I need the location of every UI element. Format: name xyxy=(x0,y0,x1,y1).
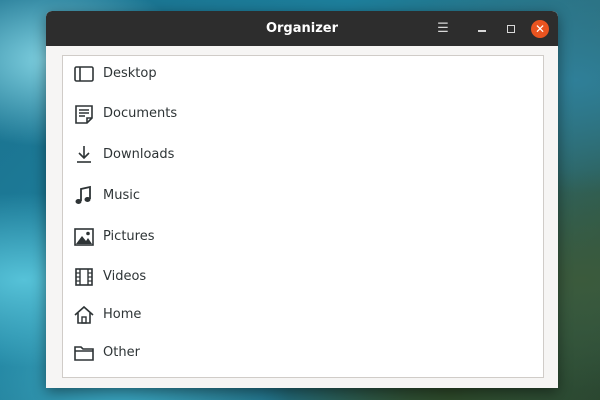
list-item-label: Documents xyxy=(103,106,178,121)
music-icon xyxy=(73,185,95,207)
desktop-icon xyxy=(73,63,95,85)
list-item-label: Videos xyxy=(103,269,147,284)
list-item-home[interactable]: Home xyxy=(63,297,543,333)
list-item-desktop[interactable]: Desktop xyxy=(63,56,543,92)
list-item-documents[interactable]: Documents xyxy=(63,96,543,132)
folder-icon xyxy=(73,342,95,364)
list-item-label: Other xyxy=(103,345,140,360)
close-icon[interactable]: ✕ xyxy=(531,20,549,38)
download-icon xyxy=(73,144,95,166)
home-icon xyxy=(73,304,95,326)
list-item-videos[interactable]: Videos xyxy=(63,259,543,295)
minimize-icon[interactable] xyxy=(472,19,492,39)
list-item-label: Pictures xyxy=(103,229,155,244)
list-item-label: Downloads xyxy=(103,147,175,162)
list-item-downloads[interactable]: Downloads xyxy=(63,137,543,173)
list-item-label: Desktop xyxy=(103,66,157,81)
hamburger-menu-icon[interactable]: ☰ xyxy=(433,19,453,39)
video-icon xyxy=(73,266,95,288)
list-item-pictures[interactable]: Pictures xyxy=(63,219,543,255)
picture-icon xyxy=(73,226,95,248)
organizer-window: Organizer ☰ ✕ Desktop Documents Download… xyxy=(46,11,558,388)
list-item-music[interactable]: Music xyxy=(63,178,543,214)
list-item-other[interactable]: Other xyxy=(63,335,543,371)
document-icon xyxy=(73,103,95,125)
places-list: Desktop Documents Downloads Music Pictur xyxy=(62,55,544,378)
maximize-icon[interactable] xyxy=(501,19,521,39)
list-item-label: Music xyxy=(103,188,140,203)
title-bar[interactable]: Organizer ☰ ✕ xyxy=(46,11,558,46)
list-item-label: Home xyxy=(103,307,142,322)
